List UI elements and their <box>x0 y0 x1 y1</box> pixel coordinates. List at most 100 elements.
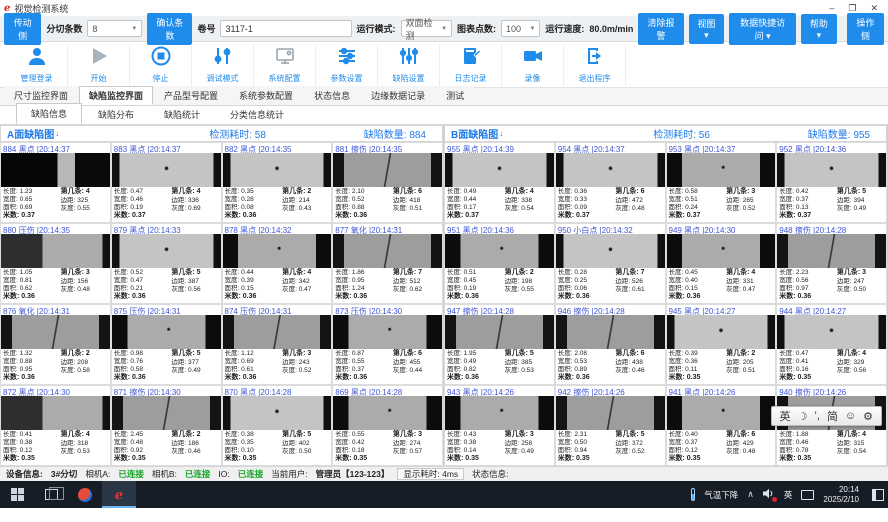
tray-expand-chevron-icon[interactable]: ∧ <box>747 489 754 500</box>
main-tab-3[interactable]: 产品型号配置 <box>154 86 228 105</box>
chart-points-select[interactable]: 100▼ <box>501 20 540 37</box>
defect-image[interactable] <box>445 153 554 187</box>
toolbar-button-10[interactable]: 退出程序 <box>564 44 626 86</box>
sub-tab-1[interactable]: 缺陷信息 <box>16 103 82 124</box>
defect-cell-953[interactable]: 953 黑点 |20:14:37长度: 0.58宽度: 0.51面积: 0.24… <box>666 142 777 223</box>
defect-image[interactable] <box>667 234 776 268</box>
defect-cell-878[interactable]: 878 黑点 |20:14:32长度: 0.44宽度: 0.39面积: 0.15… <box>222 223 333 304</box>
strips-count-select[interactable]: 8▼ <box>87 20 142 37</box>
main-tab-6[interactable]: 边缘数据记录 <box>361 86 435 105</box>
defect-cell-877[interactable]: 877 氧化 |20:14:31长度: 1.86宽度: 0.95面积: 1.24… <box>332 223 443 304</box>
toolbar-button-4[interactable]: 调试模式 <box>192 44 254 86</box>
toolbar-button-3[interactable]: 停止 <box>130 44 192 86</box>
sub-tab-4[interactable]: 分类信息统计 <box>216 105 298 124</box>
defect-image[interactable] <box>112 396 221 430</box>
task-view-button[interactable] <box>34 481 68 508</box>
ime-emoji-icon[interactable]: ☺ <box>845 410 856 422</box>
taskbar-app-vision-system[interactable]: ℯ <box>102 481 136 508</box>
defect-image[interactable] <box>777 234 886 268</box>
defect-image[interactable] <box>777 153 886 187</box>
defect-image[interactable] <box>1 153 110 187</box>
maximize-button[interactable]: ❐ <box>848 3 856 14</box>
defect-cell-944[interactable]: 944 黑点 |20:14:27长度: 0.47宽度: 0.41面积: 0.16… <box>776 304 887 385</box>
ime-moon-icon[interactable]: ☽ <box>798 410 808 423</box>
defect-image[interactable] <box>556 396 665 430</box>
ime-lang-toggle[interactable]: 英 <box>780 408 791 424</box>
taskbar-app-browser[interactable] <box>68 481 102 508</box>
main-tab-4[interactable]: 系统参数配置 <box>229 86 303 105</box>
defect-image[interactable] <box>556 315 665 349</box>
defect-image[interactable] <box>223 153 332 187</box>
defect-cell-955[interactable]: 955 黑点 |20:14:39长度: 0.49宽度: 0.44面积: 0.17… <box>444 142 555 223</box>
help-menu-button[interactable]: 帮助 ▾ <box>801 14 837 44</box>
defect-cell-869[interactable]: 869 黑点 |20:14:28长度: 0.55宽度: 0.42面积: 0.18… <box>332 385 443 466</box>
roll-number-input[interactable] <box>220 20 351 37</box>
toolbar-button-5[interactable]: 系统配置 <box>254 44 316 86</box>
defect-image[interactable] <box>556 234 665 268</box>
toolbar-button-9[interactable]: 录像 <box>502 44 564 86</box>
clear-alarm-button[interactable]: 清除报警 <box>638 13 683 45</box>
defect-image[interactable] <box>223 234 332 268</box>
defect-cell-950[interactable]: 950 小白点 |20:14:32长度: 0.28宽度: 0.25面积: 0.0… <box>555 223 666 304</box>
quick-access-menu-button[interactable]: 数据快捷访问 ▾ <box>729 13 796 45</box>
defect-image[interactable] <box>112 315 221 349</box>
operate-side-button[interactable]: 操作侧 <box>847 13 884 45</box>
minimize-button[interactable]: – <box>829 3 834 14</box>
defect-cell-874[interactable]: 874 压伤 |20:14:31长度: 1.12宽度: 0.69面积: 0.61… <box>222 304 333 385</box>
sub-tab-3[interactable]: 缺陷统计 <box>150 105 214 124</box>
defect-cell-881[interactable]: 881 擦伤 |20:14:35长度: 2.10宽度: 0.52面积: 0.88… <box>332 142 443 223</box>
defect-image[interactable] <box>667 315 776 349</box>
close-button[interactable]: ✕ <box>870 3 878 14</box>
defect-cell-884[interactable]: 884 黑点 |20:14:37长度: 1.23宽度: 0.65面积: 0.69… <box>0 142 111 223</box>
defect-image[interactable] <box>667 153 776 187</box>
touch-keyboard-icon[interactable] <box>801 490 814 500</box>
defect-image[interactable] <box>112 234 221 268</box>
action-center-icon[interactable] <box>872 489 884 501</box>
sort-down-icon[interactable]: ↓ <box>499 129 503 138</box>
defect-cell-951[interactable]: 951 黑点 |20:14:36长度: 0.51宽度: 0.45面积: 0.19… <box>444 223 555 304</box>
ime-tray-lang[interactable]: 英 <box>784 489 793 501</box>
defect-image[interactable] <box>667 396 776 430</box>
taskbar-clock[interactable]: 20:14 2025/2/10 <box>823 485 859 504</box>
defect-image[interactable] <box>1 315 110 349</box>
defect-cell-876[interactable]: 876 氧化 |20:14:31长度: 1.32宽度: 0.88面积: 0.95… <box>0 304 111 385</box>
volume-icon[interactable] <box>763 488 775 501</box>
defect-image[interactable] <box>1 396 110 430</box>
defect-image[interactable] <box>1 234 110 268</box>
weather-text[interactable]: 气温下降 <box>704 489 738 501</box>
defect-image[interactable] <box>556 153 665 187</box>
defect-cell-943[interactable]: 943 黑点 |20:14:26长度: 0.43宽度: 0.38面积: 0.14… <box>444 385 555 466</box>
defect-cell-879[interactable]: 879 黑点 |20:14:33长度: 0.52宽度: 0.47面积: 0.21… <box>111 223 222 304</box>
defect-image[interactable] <box>777 315 886 349</box>
defect-cell-882[interactable]: 882 黑点 |20:14:35长度: 0.35宽度: 0.28面积: 0.08… <box>222 142 333 223</box>
toolbar-button-1[interactable]: 管理登录 <box>6 44 68 86</box>
defect-cell-872[interactable]: 872 黑点 |20:14:30长度: 0.41宽度: 0.38面积: 0.12… <box>0 385 111 466</box>
defect-cell-883[interactable]: 883 黑点 |20:14:37长度: 0.47宽度: 0.46面积: 0.19… <box>111 142 222 223</box>
defect-cell-942[interactable]: 942 擦伤 |20:14:26长度: 2.31宽度: 0.50面积: 0.94… <box>555 385 666 466</box>
defect-image[interactable] <box>223 315 332 349</box>
defect-image[interactable] <box>445 396 554 430</box>
confirm-strips-button[interactable]: 确认条数 <box>147 13 192 45</box>
defect-image[interactable] <box>445 234 554 268</box>
defect-cell-941[interactable]: 941 黑点 |20:14:26长度: 0.40宽度: 0.37面积: 0.12… <box>666 385 777 466</box>
ime-toolbar[interactable]: 英 ☽ ’, 简 ☺ ⚙ <box>771 406 882 426</box>
main-tab-2[interactable]: 缺陷监控界面 <box>79 86 153 105</box>
defect-cell-875[interactable]: 875 压伤 |20:14:31长度: 0.98宽度: 0.76面积: 0.58… <box>111 304 222 385</box>
defect-cell-945[interactable]: 945 黑点 |20:14:27长度: 0.39宽度: 0.36面积: 0.11… <box>666 304 777 385</box>
defect-image[interactable] <box>112 153 221 187</box>
toolbar-button-8[interactable]: 日志记录 <box>440 44 502 86</box>
defect-cell-954[interactable]: 954 黑点 |20:14:37长度: 0.36宽度: 0.33面积: 0.09… <box>555 142 666 223</box>
defect-cell-873[interactable]: 873 压伤 |20:14:30长度: 0.87宽度: 0.55面积: 0.37… <box>332 304 443 385</box>
ime-settings-gear-icon[interactable]: ⚙ <box>863 410 873 423</box>
toolbar-button-6[interactable]: 参数设置 <box>316 44 378 86</box>
thermometer-icon[interactable] <box>691 488 695 501</box>
sort-down-icon[interactable]: ↓ <box>55 129 59 138</box>
defect-cell-952[interactable]: 952 黑点 |20:14:36长度: 0.42宽度: 0.37面积: 0.13… <box>776 142 887 223</box>
defect-image[interactable] <box>445 315 554 349</box>
ime-simplified-toggle[interactable]: 简 <box>827 408 838 424</box>
defect-cell-871[interactable]: 871 擦伤 |20:14:30长度: 2.45宽度: 0.48面积: 0.92… <box>111 385 222 466</box>
toolbar-button-2[interactable]: 开始 <box>68 44 130 86</box>
defect-image[interactable] <box>333 234 442 268</box>
defect-image[interactable] <box>223 396 332 430</box>
start-button[interactable] <box>0 481 34 508</box>
